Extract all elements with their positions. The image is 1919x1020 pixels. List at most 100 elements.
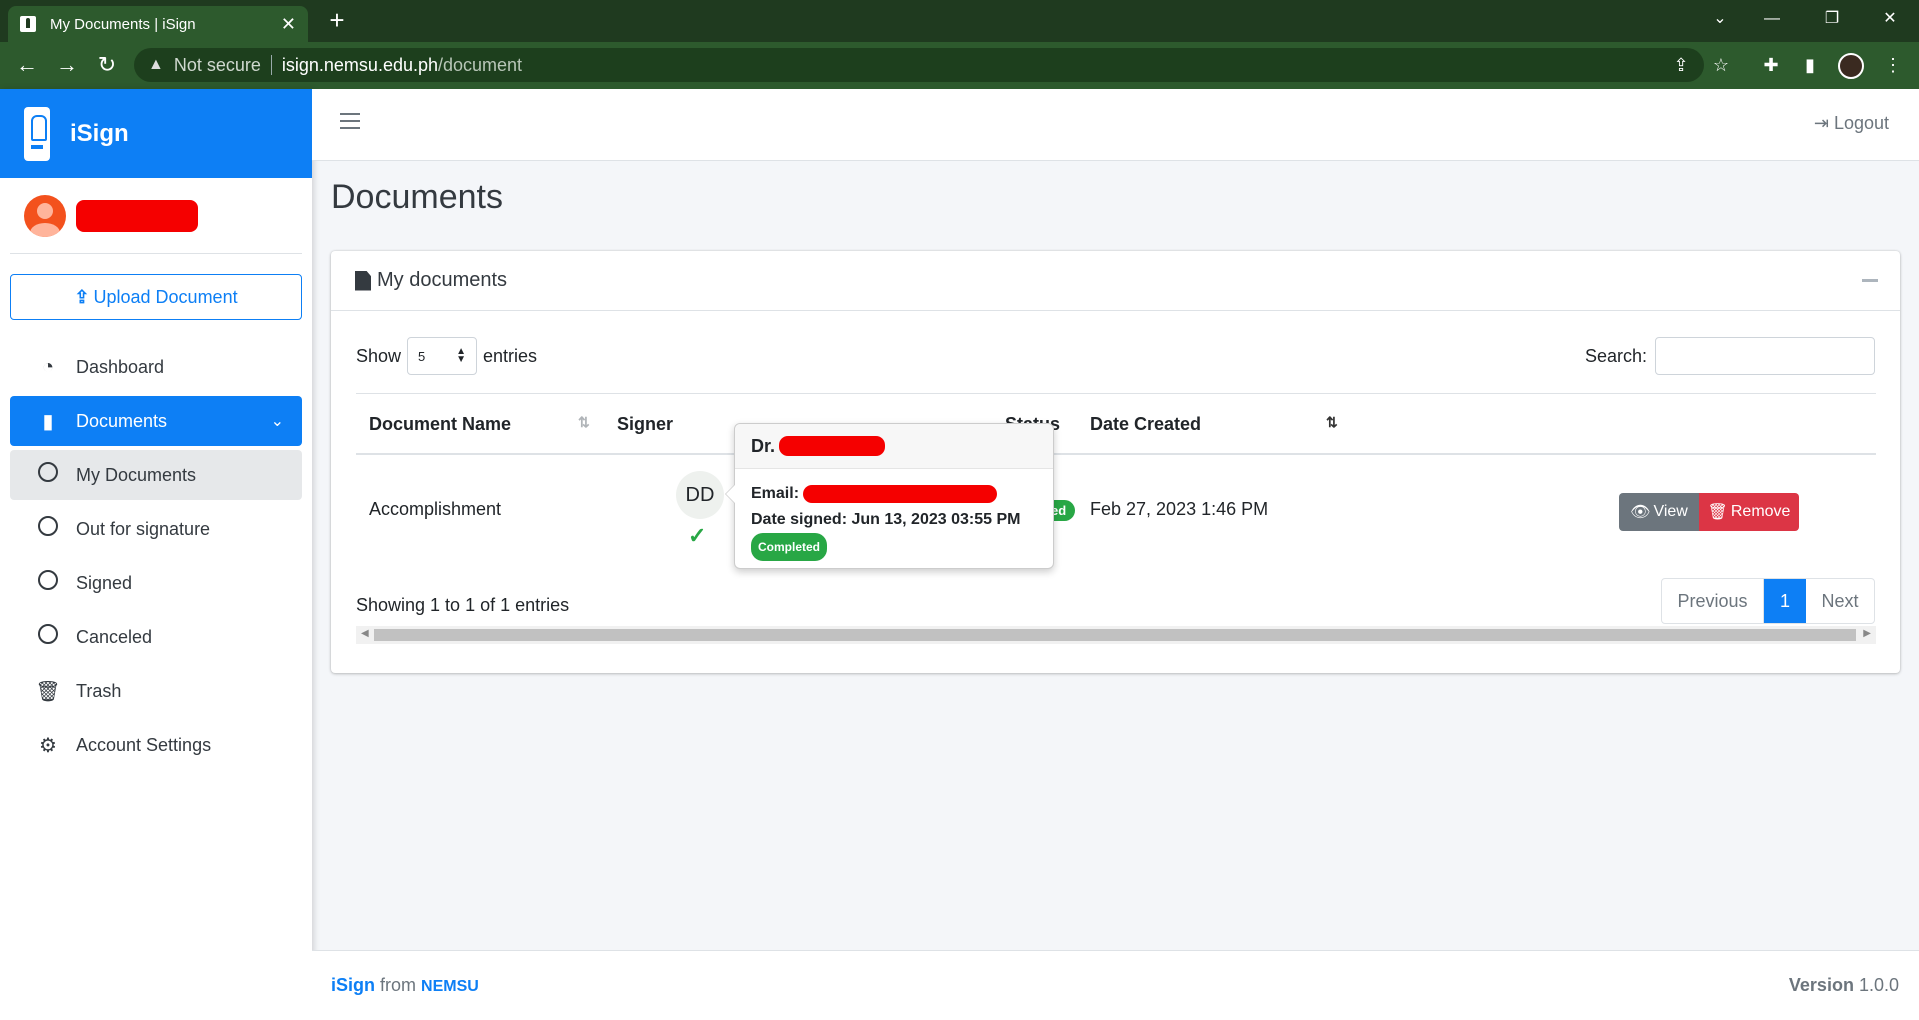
address-bar[interactable]: ▲ Not secure isign.nemsu.edu.ph/document [134,48,1704,82]
hamburger-menu-icon[interactable] [340,113,360,131]
popover-status-badge: Completed [751,533,828,561]
signer-email-row: Email: [751,481,1037,507]
upload-document-button[interactable]: ⇪ Upload Document [10,274,302,320]
table-header: Document Name ⇅ Signer Status Date Creat… [356,393,1876,455]
sidebar-item-label: Signed [76,572,133,593]
reload-icon[interactable]: ↻ [92,50,122,80]
restore-icon[interactable]: ❐ [1812,4,1852,34]
sort-icon[interactable]: ⇅ [578,414,590,431]
next-page-button[interactable]: Next [1806,579,1874,623]
footer-brand[interactable]: iSign [331,975,375,995]
version-label: Version [1788,975,1854,995]
profile-avatar[interactable] [1838,53,1864,79]
table-info: Showing 1 to 1 of 1 entries [356,595,570,615]
brand-link[interactable]: iSign [0,89,312,178]
sidebar-item-signed[interactable]: Signed [10,558,302,608]
logout-label: Logout [1833,113,1889,133]
logout-link[interactable]: ⇥ Logout [1814,113,1889,134]
signer-initials: DD [685,483,715,506]
tab-search-icon[interactable]: ⌄ [1700,4,1740,34]
column-header-date-created[interactable]: Date Created [1090,414,1201,435]
document-name-cell: Accomplishment [369,499,502,519]
share-icon[interactable]: ⇪ [1666,48,1696,82]
circle-icon [34,462,62,488]
sidebar-item-account-settings[interactable]: ⚙ Account Settings [10,720,302,770]
sidebar-item-documents[interactable]: ▮ Documents ⌄ [10,396,302,446]
pagination: Previous 1 Next [1661,578,1875,624]
column-header-signer: Signer [617,414,674,434]
date-created-cell: Feb 27, 2023 1:46 PM [1090,499,1269,519]
url-path: /document [438,54,523,75]
sidebar-item-my-documents[interactable]: My Documents [10,450,302,500]
scrollbar-thumb[interactable] [374,629,1856,641]
close-window-icon[interactable]: ✕ [1870,4,1910,34]
entries-value: 5 [418,348,426,364]
version-number: 1.0.0 [1858,975,1899,995]
browser-tab[interactable]: My Documents | iSign ✕ [8,6,308,42]
collapse-card-icon[interactable] [1862,279,1878,282]
date-signed: Date signed: Jun 13, 2023 03:55 PM [751,511,1021,528]
sidebar-item-label: Account Settings [76,734,212,755]
close-tab-icon[interactable]: ✕ [281,14,296,35]
footer-version: Version 1.0.0 [1789,975,1899,996]
footer-org-link[interactable]: NEMSU [421,978,479,995]
view-button[interactable]: 👁 View [1619,493,1699,531]
separator [270,55,272,75]
column-header-document-name[interactable]: Document Name [369,414,511,435]
remove-button[interactable]: 🗑 Remove [1699,493,1799,531]
scroll-right-icon[interactable]: ▶ [1863,628,1871,639]
show-label: Show [356,345,402,366]
search-label: Search: [1584,345,1647,366]
side-panel-icon[interactable]: ▮ [1797,52,1823,78]
email-label: Email: [751,485,800,502]
user-panel [10,178,302,254]
signer-avatar[interactable]: DD [676,471,724,519]
eye-icon: 👁 [1630,504,1651,521]
back-icon[interactable]: ← [12,50,42,80]
sidebar-item-label: Out for signature [76,518,211,539]
sidebar-item-label: Documents [76,410,168,431]
upload-icon: ⇪ [74,286,90,307]
forward-icon[interactable]: → [52,50,82,80]
table-row: Accomplishment DD ✓ Completed Feb 27, 20… [356,455,1876,565]
scroll-left-icon[interactable]: ◀ [361,628,369,639]
browser-toolbar: ← → ↻ ▲ Not secure isign.nemsu.edu.ph/do… [0,42,1919,89]
gear-icon: ⚙ [39,734,57,757]
sidebar-item-trash[interactable]: 🗑 Trash [10,666,302,716]
entries-select[interactable]: 5 ▲ ▼ [407,337,478,375]
sidebar-item-canceled[interactable]: Canceled [10,612,302,662]
previous-page-button[interactable]: Previous [1662,579,1764,623]
new-tab-icon[interactable]: + [322,6,352,36]
signer-title-prefix: Dr. [751,435,776,456]
page-1-button[interactable]: 1 [1764,579,1806,623]
search-input[interactable] [1655,337,1875,375]
user-avatar[interactable] [24,194,66,237]
menu-kebab-icon[interactable]: ⋮ [1880,52,1906,78]
document-icon [355,270,371,291]
redacted-username [76,199,198,232]
sidebar-item-out-for-signature[interactable]: Out for signature [10,504,302,554]
horizontal-scrollbar[interactable]: ◀ ▶ [356,626,1876,644]
page-title: Documents [331,178,503,216]
pen-nib-logo-icon [24,106,50,161]
tab-title: My Documents | iSign [50,15,196,33]
sidebar-item-label: My Documents [76,464,197,485]
entries-length-control: Show 5 ▲ ▼ entries [356,337,537,375]
sort-desc-icon[interactable]: ⇅ [1326,414,1338,431]
sidebar-nav: ◔ Dashboard ▮ Documents ⌄ My Documents O… [0,342,312,770]
sidebar-item-dashboard[interactable]: ◔ Dashboard [10,342,302,392]
footer-from: from [380,975,417,995]
url-host: isign.nemsu.edu.ph [281,54,438,75]
file-icon: ▮ [42,410,54,433]
sidebar-item-label: Dashboard [76,356,165,377]
table-search: Search: [1585,337,1875,375]
chevron-down-icon: ⌄ [270,413,284,430]
trash-icon: 🗑 [1707,504,1728,521]
redacted-signer-email [803,484,998,503]
circle-icon [34,624,62,650]
bookmark-star-icon[interactable]: ☆ [1706,48,1736,82]
signed-check-icon: ✓ [688,523,707,548]
popover-body: Email: Date signed: Jun 13, 2023 03:55 P… [735,469,1053,573]
minimize-icon[interactable]: — [1752,4,1792,34]
extensions-icon[interactable]: ✚ [1758,52,1784,78]
